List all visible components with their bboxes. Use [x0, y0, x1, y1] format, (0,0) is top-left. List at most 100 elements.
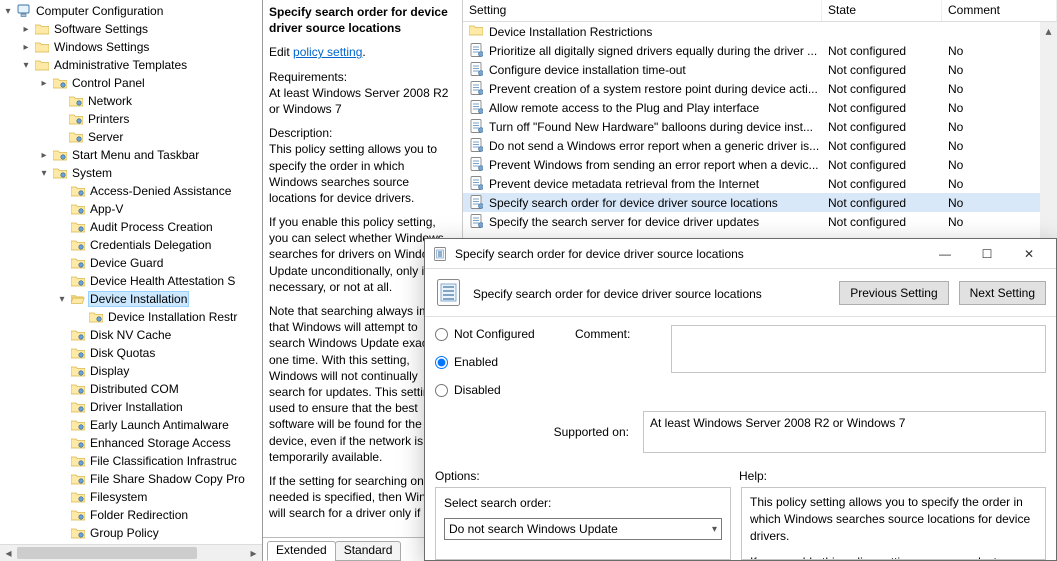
row-label: Specify search order for device driver s…: [489, 196, 778, 210]
chevron-down-icon: ▾: [712, 524, 717, 535]
chevron-down-icon[interactable]: ▾: [0, 6, 16, 17]
horizontal-scrollbar[interactable]: ◂ ▸: [0, 544, 262, 561]
minimize-button[interactable]: —: [924, 240, 966, 268]
maximize-button[interactable]: ☐: [966, 240, 1008, 268]
row-state: Not configured: [822, 139, 942, 153]
tree-item[interactable]: Early Launch Antimalware: [0, 416, 262, 434]
tree-label: Device Guard: [88, 256, 165, 270]
next-setting-button[interactable]: Next Setting: [959, 281, 1046, 305]
chevron-right-icon[interactable]: ▸: [36, 150, 52, 161]
scroll-right-icon[interactable]: ▸: [245, 545, 262, 561]
edit-policy-link[interactable]: policy setting: [293, 45, 362, 59]
folder-icon: [70, 201, 86, 217]
previous-setting-button[interactable]: Previous Setting: [839, 281, 948, 305]
tree-item[interactable]: Device Health Attestation S: [0, 272, 262, 290]
tree-item[interactable]: Enhanced Storage Access: [0, 434, 262, 452]
chevron-down-icon[interactable]: ▾: [36, 168, 52, 179]
col-setting[interactable]: Setting: [463, 0, 822, 21]
row-label: Prevent device metadata retrieval from t…: [489, 177, 759, 191]
tree-system[interactable]: ▾ System: [0, 164, 262, 182]
tree-label: Server: [86, 130, 125, 144]
tree-label: Device Installation Restr: [106, 310, 239, 324]
folder-icon: [70, 489, 86, 505]
tree-printers[interactable]: Printers: [0, 110, 262, 128]
tree-label: System: [70, 166, 114, 180]
tree-server[interactable]: Server: [0, 128, 262, 146]
list-row[interactable]: Specify search order for device driver s…: [463, 193, 1057, 212]
scroll-track[interactable]: [17, 545, 245, 561]
tree-device-installation-restr[interactable]: Device Installation Restr: [0, 308, 262, 326]
radio-disabled[interactable]: Disabled: [435, 383, 575, 397]
tree-label: App-V: [88, 202, 125, 216]
radio-not-configured[interactable]: Not Configured: [435, 327, 575, 341]
list-row[interactable]: Configure device installation time-outNo…: [463, 60, 1057, 79]
close-button[interactable]: ✕: [1008, 240, 1050, 268]
tree-item[interactable]: Driver Installation: [0, 398, 262, 416]
tree-start-menu[interactable]: ▸ Start Menu and Taskbar: [0, 146, 262, 164]
radio-input[interactable]: [435, 384, 448, 397]
tree-item[interactable]: File Share Shadow Copy Pro: [0, 470, 262, 488]
search-order-select[interactable]: Do not search Windows Update ▾: [444, 518, 722, 540]
tree-label: Group Policy: [88, 526, 161, 540]
tree-item[interactable]: Disk NV Cache: [0, 326, 262, 344]
tree-item[interactable]: App-V: [0, 200, 262, 218]
chevron-down-icon[interactable]: ▾: [18, 60, 34, 71]
tree-root[interactable]: ▾ Computer Configuration: [0, 2, 262, 20]
chevron-right-icon[interactable]: ▸: [18, 42, 34, 53]
tree-item[interactable]: Disk Quotas: [0, 344, 262, 362]
col-comment[interactable]: Comment: [942, 0, 1057, 21]
tab-standard[interactable]: Standard: [335, 541, 402, 561]
scroll-thumb[interactable]: [17, 547, 197, 559]
list-row[interactable]: Specify the search server for device dri…: [463, 212, 1057, 231]
row-label: Configure device installation time-out: [489, 63, 686, 77]
tree-admin-templates[interactable]: ▾ Administrative Templates: [0, 56, 262, 74]
tree-label: Display: [88, 364, 131, 378]
tree-item[interactable]: Display: [0, 362, 262, 380]
policy-icon: [435, 279, 463, 307]
list-row[interactable]: Prevent creation of a system restore poi…: [463, 79, 1057, 98]
chevron-down-icon[interactable]: ▾: [54, 294, 70, 305]
chevron-right-icon[interactable]: ▸: [36, 78, 52, 89]
radio-input[interactable]: [435, 328, 448, 341]
tab-extended[interactable]: Extended: [267, 541, 336, 561]
tree-item[interactable]: Folder Redirection: [0, 506, 262, 524]
policy-icon: [469, 176, 485, 192]
scroll-up-icon[interactable]: ▴: [1040, 22, 1057, 39]
list-row[interactable]: Prevent Windows from sending an error re…: [463, 155, 1057, 174]
tree-software-settings[interactable]: ▸ Software Settings: [0, 20, 262, 38]
list-row[interactable]: Prevent device metadata retrieval from t…: [463, 174, 1057, 193]
tree-item[interactable]: Audit Process Creation: [0, 218, 262, 236]
tree-item[interactable]: Access-Denied Assistance: [0, 182, 262, 200]
tree-item[interactable]: Filesystem: [0, 488, 262, 506]
tree-label: Enhanced Storage Access: [88, 436, 233, 450]
chevron-right-icon[interactable]: ▸: [18, 24, 34, 35]
nav-tree[interactable]: ▾ Computer Configuration ▸ Software Sett…: [0, 0, 263, 561]
tree-label: Control Panel: [70, 76, 147, 90]
list-row[interactable]: Prioritize all digitally signed drivers …: [463, 41, 1057, 60]
list-row[interactable]: Turn off "Found New Hardware" balloons d…: [463, 117, 1057, 136]
comment-textbox[interactable]: [671, 325, 1046, 373]
row-state: Not configured: [822, 101, 942, 115]
tree-item[interactable]: Credentials Delegation: [0, 236, 262, 254]
tree-network[interactable]: Network: [0, 92, 262, 110]
list-folder-row[interactable]: Device Installation Restrictions: [463, 22, 1057, 41]
dialog-titlebar[interactable]: Specify search order for device driver s…: [425, 239, 1056, 269]
radio-enabled[interactable]: Enabled: [435, 355, 575, 369]
col-state[interactable]: State: [822, 0, 942, 21]
tree-device-installation[interactable]: ▾Device Installation: [0, 290, 262, 308]
scroll-left-icon[interactable]: ◂: [0, 545, 17, 561]
policy-icon: [469, 100, 485, 116]
tree-item[interactable]: File Classification Infrastruc: [0, 452, 262, 470]
tree-control-panel[interactable]: ▸ Control Panel: [0, 74, 262, 92]
tree-label: Start Menu and Taskbar: [70, 148, 201, 162]
radio-input[interactable]: [435, 356, 448, 369]
tree-label: Computer Configuration: [34, 4, 165, 18]
tree-windows-settings[interactable]: ▸ Windows Settings: [0, 38, 262, 56]
help-p1: This policy setting allows you to specif…: [750, 494, 1037, 544]
list-row[interactable]: Allow remote access to the Plug and Play…: [463, 98, 1057, 117]
tree-item[interactable]: Distributed COM: [0, 380, 262, 398]
folder-icon: [70, 183, 86, 199]
tree-item[interactable]: Group Policy: [0, 524, 262, 542]
tree-item[interactable]: Device Guard: [0, 254, 262, 272]
list-row[interactable]: Do not send a Windows error report when …: [463, 136, 1057, 155]
